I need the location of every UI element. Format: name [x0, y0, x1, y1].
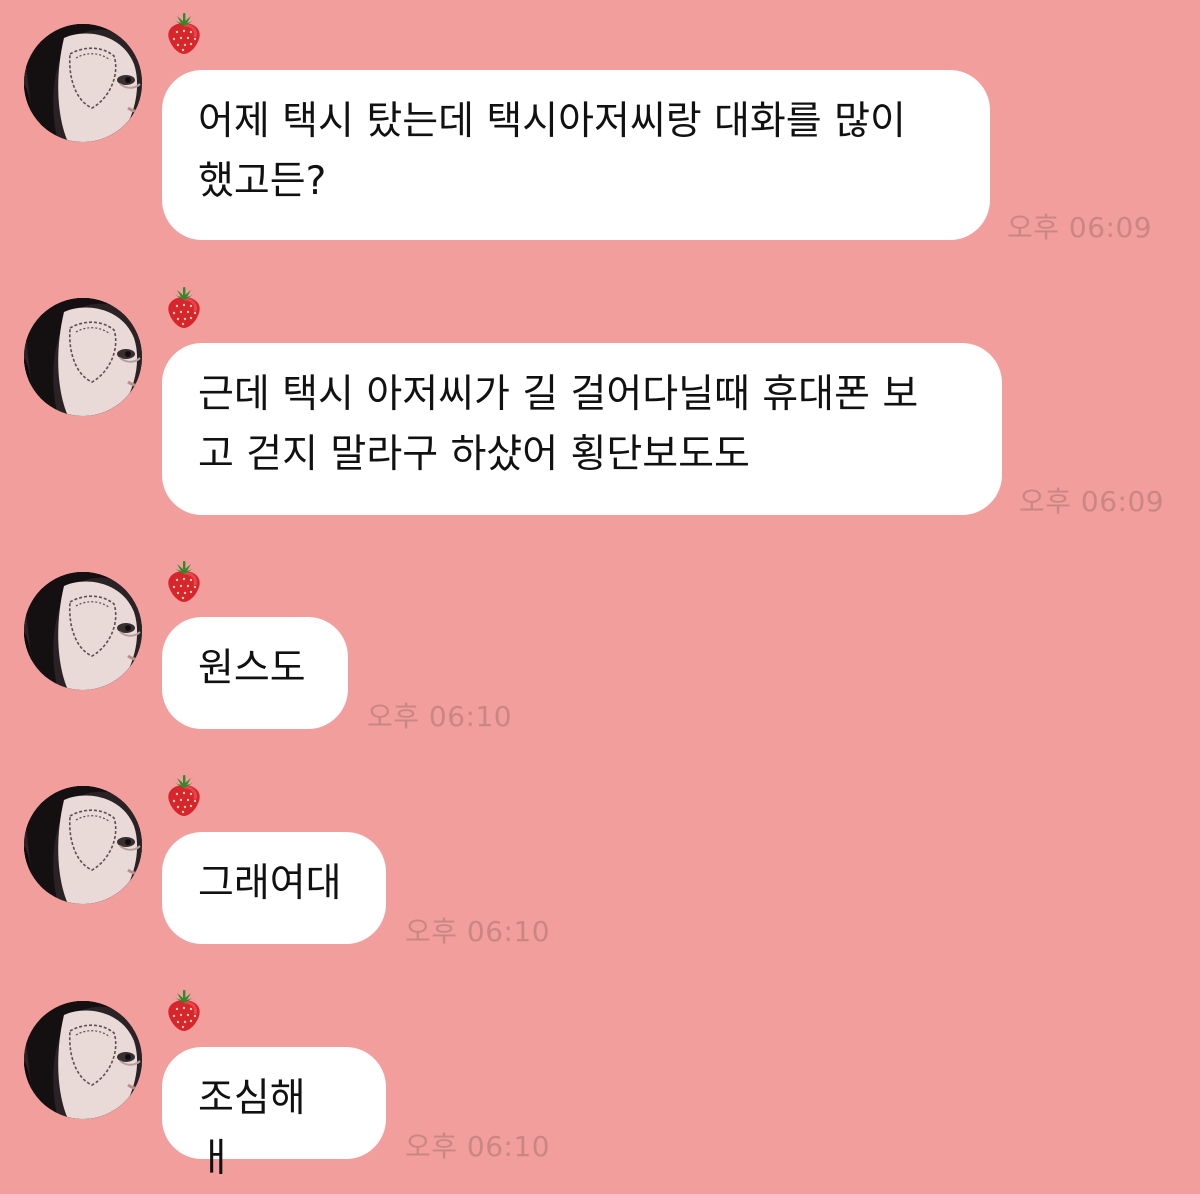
sender-avatar[interactable]	[24, 298, 142, 416]
strawberry-icon	[162, 286, 206, 330]
message-bubble[interactable]: 원스도	[162, 617, 348, 729]
message-timestamp: 오후 06:09	[1007, 211, 1153, 244]
message-bubble[interactable]: 어제 택시 탔는데 택시아저씨랑 대화를 많이 했고든?	[162, 70, 990, 240]
message-timestamp: 오후 06:10	[367, 700, 513, 733]
strawberry-icon	[162, 774, 206, 818]
sender-avatar[interactable]	[24, 786, 142, 904]
message-timestamp: 오후 06:10	[405, 915, 551, 948]
strawberry-icon	[162, 989, 206, 1033]
message-bubble[interactable]: 조심해 ㅐ	[162, 1047, 386, 1181]
sender-avatar[interactable]	[24, 24, 142, 142]
message-timestamp: 오후 06:09	[1019, 485, 1165, 518]
message-bubble[interactable]: 그래여대	[162, 832, 386, 944]
sender-avatar[interactable]	[24, 572, 142, 690]
chat-thread: 어제 택시 탔는데 택시아저씨랑 대화를 많이 했고든? 오후 06:09 근데…	[0, 0, 1200, 1194]
strawberry-icon	[162, 12, 206, 56]
strawberry-icon	[162, 560, 206, 604]
sender-avatar[interactable]	[24, 1001, 142, 1119]
message-timestamp: 오후 06:10	[405, 1130, 551, 1163]
message-bubble[interactable]: 근데 택시 아저씨가 길 걸어다닐때 휴대폰 보 고 걷지 말라구 하샸어 횡단…	[162, 343, 1002, 515]
